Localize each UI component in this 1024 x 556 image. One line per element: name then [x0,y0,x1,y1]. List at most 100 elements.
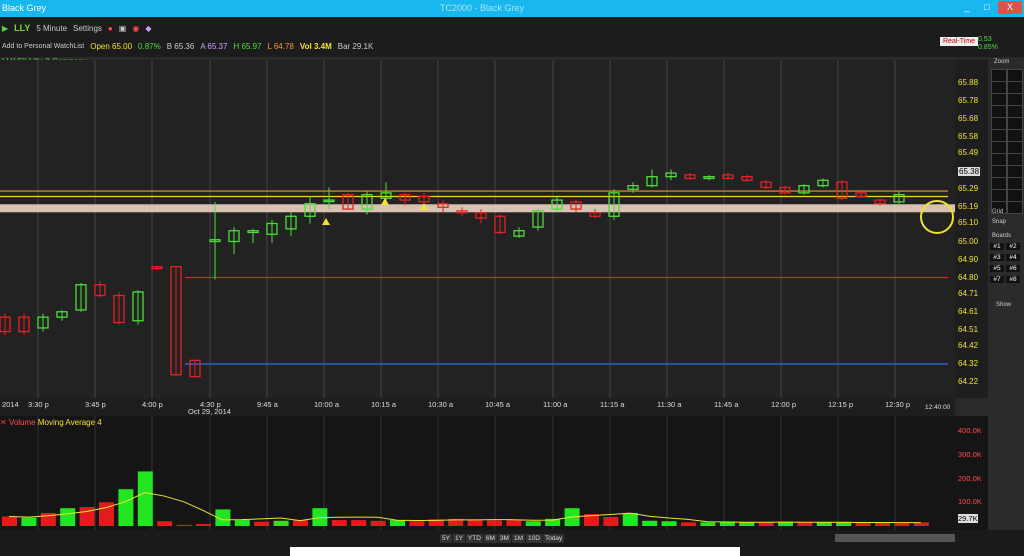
volume-bar [467,519,483,526]
board-button[interactable]: #2 [1006,243,1020,250]
volume-bar [487,520,502,526]
price-tick: 64.90 [958,254,979,264]
time-tick: 10:30 a [428,400,454,409]
range-button[interactable]: 3M [497,534,511,543]
volume-bar [176,524,192,526]
volume-bar [622,512,638,526]
range-button[interactable]: 5Y [440,534,452,543]
level-band [0,204,955,213]
volume-chart[interactable] [0,416,955,530]
time-tick: 10:15 a [371,400,397,409]
time-tick: 4:30 p [200,400,221,409]
volume-bar [525,521,541,526]
range-button[interactable]: 1M [511,534,525,543]
close-pane-icon[interactable]: ✕ [0,418,7,427]
board-button[interactable]: #1 [990,243,1004,250]
range-button[interactable]: 1Y [452,534,465,543]
timeframe-selector[interactable]: 5 Minute [36,24,67,33]
save-icon[interactable]: ▣ [119,24,127,33]
price-axis[interactable]: 65.8865.7865.6865.5865.4965.3965.2965.19… [955,60,988,398]
ask-value: A 65.37 [200,41,228,51]
range-button[interactable]: Today [542,534,565,543]
volume-header: ✕ Volume Moving Average 4 [0,418,102,427]
open-value: Open 65.00 [90,41,133,51]
board-button[interactable]: #6 [1006,265,1020,272]
volume-bar [700,522,716,526]
volume-bar [21,517,37,526]
candlestick-chart[interactable] [0,60,955,398]
price-tick: 64.32 [958,358,979,368]
volume-tick: 400.0K [958,426,982,436]
range-button[interactable]: 6M [483,534,497,543]
time-tick: 10:45 a [485,400,511,409]
maximize-button[interactable]: □ [978,1,996,14]
volume-bar [836,522,852,526]
last-price-tag: 65.38 [958,167,981,177]
close-button[interactable]: X [998,1,1022,14]
show-toggle[interactable]: Show [996,302,1011,308]
board-button[interactable]: #4 [1006,254,1020,261]
header-change: 0.53 0.85% [978,36,998,52]
volume-bar [603,516,619,526]
ma-label[interactable]: Moving Average 4 [38,418,102,427]
volume-label[interactable]: Volume [9,418,36,427]
minimize-button[interactable]: _ [958,1,976,14]
volume-bar [157,521,173,526]
volume-bar [60,508,76,526]
range-buttons: 5Y 1Y YTD 6M 3M 1M 10D Today [440,534,565,543]
volume-tick: 300.0K [958,449,982,459]
grid-toggle[interactable]: Grid [992,209,1003,215]
volume-bar [642,520,658,526]
price-chart[interactable] [0,60,955,398]
watchlist-link[interactable]: Add to Personal WatchList [2,43,84,50]
realtime-badge[interactable]: Real-Time [940,37,979,46]
price-tick: 65.78 [958,96,979,105]
price-tick: 64.42 [958,340,979,350]
volume-bar [409,521,425,526]
board-button[interactable]: #8 [1006,276,1020,283]
layout-menu[interactable]: Black Grey [2,3,46,13]
time-axis[interactable]: 2014 Oct 29, 2014 12:40:00 3:30 p 3:45 p4… [0,398,955,416]
volume-bar [661,521,677,526]
bar-value: Bar 29.1K [337,41,374,51]
volume-last-tag: 29.7K [958,514,978,523]
range-button[interactable]: 10D [526,534,542,543]
volume-bar [196,524,211,526]
time-tick: 11:30 a [657,400,682,409]
volume-pane[interactable] [0,416,955,530]
alert-marker [381,198,389,205]
play-icon[interactable]: ▶ [2,24,8,33]
board-button[interactable]: #3 [990,254,1004,261]
volume-tick: 200.0K [958,473,982,483]
volume-bar [797,522,813,526]
symbol-selector[interactable]: LLY [14,23,30,33]
record-icon[interactable]: ◉ [132,24,139,33]
header-change-pct: 0.85% [978,44,998,51]
app-window: Black Grey TC2000 - Black Grey _ □ X ▶ L… [0,0,1024,556]
price-tick: 64.22 [958,377,979,386]
time-tick: 10:00 a [314,400,340,409]
drawing-tool-button[interactable] [1007,201,1023,214]
change-value: 0.87% [138,41,161,51]
alert-icon[interactable]: ● [108,24,113,33]
high-value: H 65.97 [233,41,262,51]
alert-marker [322,218,330,225]
scan-icon[interactable]: ◆ [145,24,151,33]
board-button[interactable]: #5 [990,265,1004,272]
volume-tick: 100.0K [958,497,982,507]
chart-scrollbar[interactable] [835,534,955,542]
volume-bar [254,521,270,526]
time-tick: 12:30 p [885,400,911,409]
range-button[interactable]: YTD [465,534,483,543]
low-value: L 64.78 [267,41,294,51]
volume-value: Vol 3.4M [299,41,332,51]
zoom-label[interactable]: Zoom [994,59,1009,65]
volume-bar [816,522,832,526]
header-change-value: 0.53 [978,36,992,43]
board-button[interactable]: #7 [990,276,1004,283]
volume-bar [506,519,522,526]
price-tick: 65.19 [958,202,979,212]
price-tick: 64.71 [958,288,979,298]
snap-toggle[interactable]: Snap [992,219,1006,225]
settings-button[interactable]: Settings [73,24,102,33]
